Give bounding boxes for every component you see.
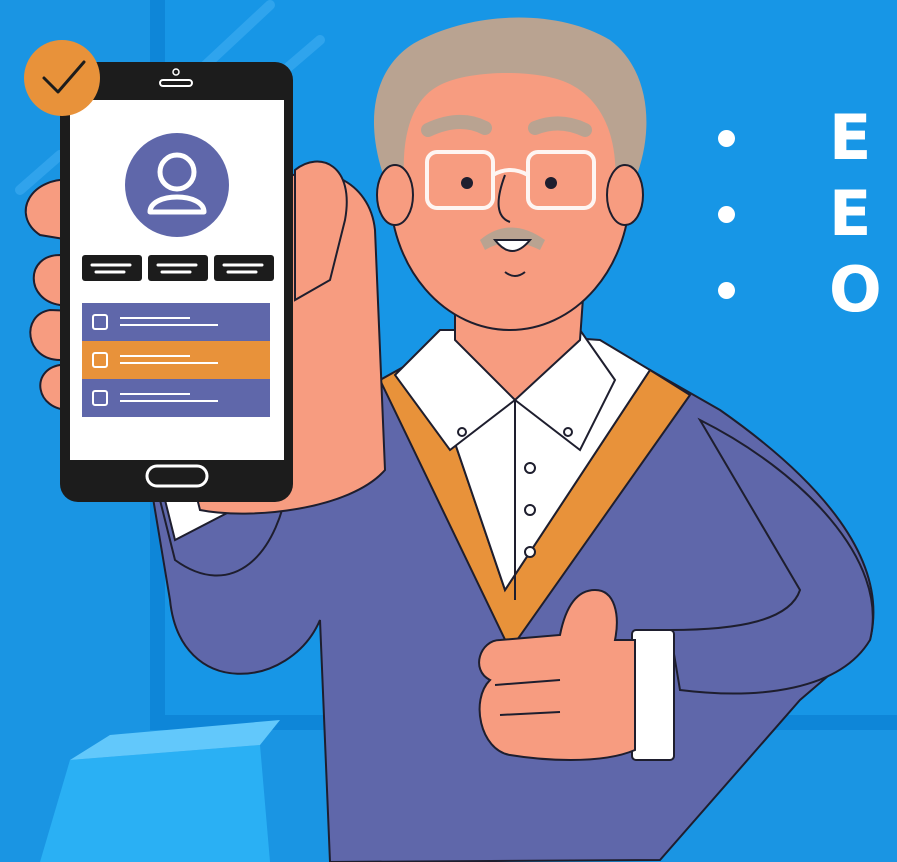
bullet-item: E [718, 100, 882, 176]
floor-box [40, 745, 270, 862]
bullet-dot-icon [718, 281, 735, 299]
phone-list [82, 303, 270, 417]
left-eye [461, 177, 473, 189]
bullet-item: E [718, 176, 882, 252]
bullet-dot-icon [718, 205, 735, 223]
bullet-text: E [829, 101, 872, 174]
bullet-item: O [718, 252, 882, 328]
left-ear [376, 164, 414, 226]
phone-tab-buttons [82, 255, 274, 281]
phone-tab-2[interactable] [148, 255, 208, 281]
phone-tab-1[interactable] [82, 255, 142, 281]
bullet-text: O [829, 253, 882, 326]
phone-list-row-3[interactable] [82, 379, 270, 417]
right-ear [606, 164, 644, 226]
bullet-dot-icon [718, 129, 735, 147]
phone-list-row-1[interactable] [82, 303, 270, 341]
profile-avatar [125, 133, 229, 237]
bullet-text: E [829, 177, 872, 250]
phone-tab-3[interactable] [214, 255, 274, 281]
check-badge [24, 40, 100, 116]
right-eye [545, 177, 557, 189]
phone-list-row-2[interactable] [82, 341, 270, 379]
phone [24, 40, 293, 502]
right-cuff [631, 629, 675, 761]
bullet-list: E E O [718, 100, 882, 328]
